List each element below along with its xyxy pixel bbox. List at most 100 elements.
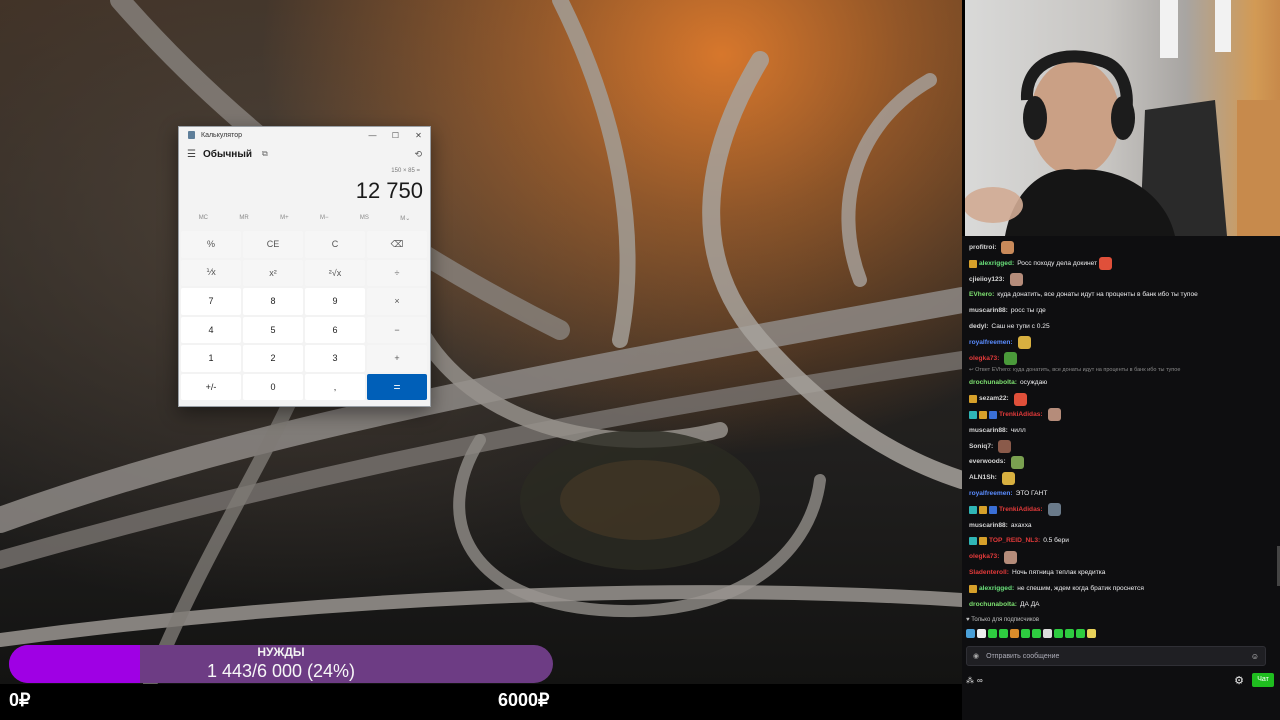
chat-username[interactable]: ALN1Sh: bbox=[969, 470, 997, 486]
calculator-key[interactable]: 6 bbox=[305, 316, 365, 343]
chat-username[interactable]: muscarin88: bbox=[969, 518, 1008, 534]
chat-badge-icon[interactable] bbox=[969, 259, 977, 268]
emote-icon[interactable] bbox=[1087, 629, 1096, 638]
chat-username[interactable]: TrenkiAdidas: bbox=[999, 407, 1043, 423]
chat-emote-icon bbox=[1099, 257, 1113, 271]
chat-username[interactable]: muscarin88: bbox=[969, 423, 1008, 439]
calculator-key[interactable]: 9 bbox=[305, 288, 365, 315]
calculator-key[interactable]: 1 bbox=[181, 345, 241, 372]
chat-badge-icon[interactable] bbox=[979, 505, 987, 514]
hamburger-menu-icon[interactable]: ☰ bbox=[187, 149, 201, 160]
emote-icon[interactable] bbox=[1032, 629, 1041, 638]
chat-message: TrenkiAdidas: bbox=[969, 407, 1269, 423]
chat-username[interactable]: everwoods: bbox=[969, 454, 1006, 470]
send-chat-button[interactable]: Чат bbox=[1252, 673, 1274, 687]
calculator-key[interactable]: 7 bbox=[181, 288, 241, 315]
calculator-key[interactable]: +/- bbox=[181, 373, 241, 400]
emote-icon[interactable] bbox=[1065, 629, 1074, 638]
chat-reply-context: ↩ Ответ EVhero: куда донатить, все донат… bbox=[969, 366, 1269, 375]
keep-on-top-icon[interactable]: ⧉ bbox=[262, 149, 268, 159]
memory-button[interactable]: MC bbox=[199, 215, 208, 221]
chat-username[interactable]: alexrigged: bbox=[979, 581, 1014, 597]
chat-badge-icon[interactable] bbox=[969, 584, 977, 593]
chat-badge-icon[interactable] bbox=[969, 505, 977, 514]
calculator-key[interactable]: 3 bbox=[305, 345, 365, 372]
chat-username[interactable]: TrenkiAdidas: bbox=[999, 502, 1043, 518]
close-button[interactable]: ✕ bbox=[407, 131, 430, 140]
minimize-button[interactable]: — bbox=[361, 131, 384, 140]
calculator-key[interactable]: C bbox=[305, 231, 365, 258]
calculator-key[interactable]: CE bbox=[243, 231, 303, 258]
chat-username[interactable]: alexrigged: bbox=[979, 256, 1014, 272]
history-icon[interactable]: ⟲ bbox=[414, 149, 422, 160]
chat-username[interactable]: EVhero: bbox=[969, 287, 994, 303]
chat-username[interactable]: olegka73: bbox=[969, 549, 999, 565]
memory-button[interactable]: M+ bbox=[280, 215, 289, 221]
chat-username[interactable]: profitroi: bbox=[969, 240, 996, 256]
calculator-key[interactable]: , bbox=[305, 373, 365, 400]
chat-username[interactable]: dedyl: bbox=[969, 319, 988, 335]
calculator-key[interactable]: x² bbox=[243, 259, 303, 286]
calculator-key[interactable]: + bbox=[367, 345, 427, 372]
donation-goal-title: НУЖДЫ bbox=[257, 645, 305, 659]
calculator-key[interactable]: = bbox=[367, 373, 427, 400]
chat-message: alexrigged: Росс походу дела докинет bbox=[969, 256, 1269, 272]
chat-message-text: ↩ Ответ EVhero: куда донатить, все донат… bbox=[969, 367, 1181, 374]
emote-icon[interactable] bbox=[1076, 629, 1085, 638]
calculator-key[interactable]: ⌫ bbox=[367, 231, 427, 258]
calculator-key[interactable]: 2 bbox=[243, 345, 303, 372]
stream-layout: Калькулятор — ☐ ✕ ☰ Обычный ⧉ ⟲ 150 × 85… bbox=[0, 0, 1280, 720]
chat-message: muscarin88: ахахха bbox=[969, 518, 1269, 534]
chat-username[interactable]: drochunabolta: bbox=[969, 375, 1017, 391]
chat-username[interactable]: olegka73: bbox=[969, 351, 999, 367]
chat-badge-icon[interactable] bbox=[989, 505, 997, 514]
chat-username[interactable]: muscarin88: bbox=[969, 303, 1008, 319]
bits-icon[interactable]: ⁂ bbox=[966, 676, 974, 685]
calculator-key[interactable]: 8 bbox=[243, 288, 303, 315]
chat-badge-icon[interactable] bbox=[989, 410, 997, 419]
chat-message-text: осуждаю bbox=[1020, 379, 1048, 387]
memory-button[interactable]: MR bbox=[239, 215, 248, 221]
emote-icon[interactable] bbox=[1021, 629, 1030, 638]
donation-goal-max-label: 6000₽ bbox=[498, 690, 550, 710]
gear-icon[interactable]: ⚙ bbox=[1234, 674, 1244, 687]
calculator-key[interactable]: 5 bbox=[243, 316, 303, 343]
emoji-icon[interactable]: ☺ bbox=[1251, 652, 1259, 661]
chat-username[interactable]: royalfreemen: bbox=[969, 335, 1013, 351]
chat-username[interactable]: Soniq7: bbox=[969, 439, 993, 455]
calculator-key[interactable]: ÷ bbox=[367, 259, 427, 286]
chat-badge-icon[interactable] bbox=[969, 395, 977, 404]
memory-button[interactable]: MS bbox=[360, 215, 369, 221]
calculator-key[interactable]: 0 bbox=[243, 373, 303, 400]
calculator-key[interactable]: ²√x bbox=[305, 259, 365, 286]
emote-icon[interactable] bbox=[1054, 629, 1063, 638]
emote-icon[interactable] bbox=[977, 629, 986, 638]
emote-icon[interactable] bbox=[999, 629, 1008, 638]
chat-badge-icon[interactable] bbox=[979, 537, 987, 546]
chat-username[interactable]: drochunabolta: bbox=[969, 597, 1017, 613]
emote-icon[interactable] bbox=[1010, 629, 1019, 638]
calculator-key[interactable]: % bbox=[181, 231, 241, 258]
chat-badge-icon[interactable] bbox=[979, 410, 987, 419]
chat-emote-icon bbox=[1001, 471, 1015, 485]
chat-message-input[interactable]: ◉ Отправить сообщение ☺ bbox=[966, 646, 1266, 666]
chat-username[interactable]: Sladenteroll: bbox=[969, 565, 1009, 581]
memory-button[interactable]: M− bbox=[320, 215, 329, 221]
calculator-key[interactable]: 4 bbox=[181, 316, 241, 343]
chat-badge-icon[interactable] bbox=[969, 410, 977, 419]
chat-footer: ⁂ ∞ ⚙ Чат bbox=[966, 672, 1274, 688]
chat-username[interactable]: sezam22: bbox=[979, 391, 1009, 407]
memory-button[interactable]: M⌄ bbox=[400, 215, 410, 222]
emote-icon[interactable] bbox=[966, 629, 975, 638]
chat-username[interactable]: TOP_REID_NL3: bbox=[989, 533, 1040, 549]
emote-icon[interactable] bbox=[1043, 629, 1052, 638]
calculator-key[interactable]: − bbox=[367, 316, 427, 343]
chat-badge-icon[interactable] bbox=[969, 537, 977, 546]
calculator-key[interactable]: × bbox=[367, 288, 427, 315]
emote-icon[interactable] bbox=[988, 629, 997, 638]
chat-username[interactable]: cjieiioy123: bbox=[969, 272, 1005, 288]
maximize-button[interactable]: ☐ bbox=[384, 131, 407, 140]
chat-username[interactable]: royalfreemen: bbox=[969, 486, 1013, 502]
calculator-key[interactable]: ⅟x bbox=[181, 259, 241, 286]
chat-settings-icon[interactable]: ◉ bbox=[973, 652, 979, 660]
